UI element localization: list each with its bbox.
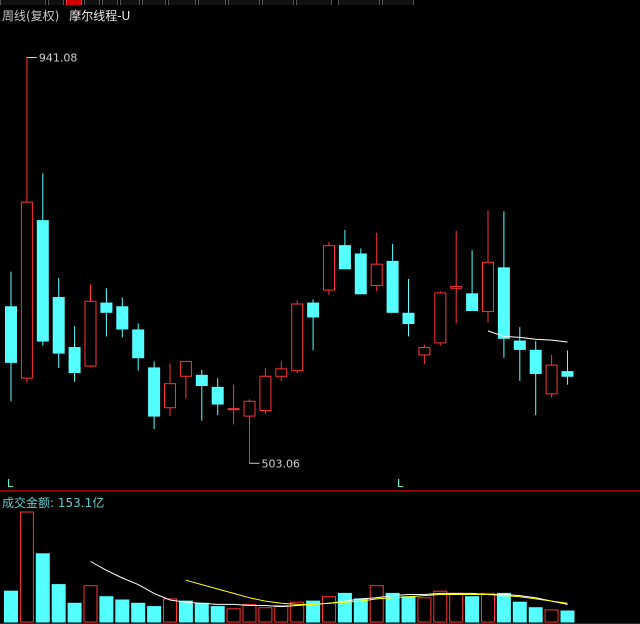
candle-body xyxy=(545,364,558,395)
candle-body xyxy=(338,245,351,270)
candle-body xyxy=(84,300,97,367)
volume-bar xyxy=(67,602,82,623)
candle-body xyxy=(482,261,494,312)
candle-body xyxy=(354,253,367,295)
candle-body xyxy=(211,386,224,405)
candle-body xyxy=(132,329,145,359)
period-label: 周线(复权) xyxy=(2,9,60,23)
candle-body xyxy=(323,245,335,291)
volume-bar xyxy=(496,592,511,623)
candle-body xyxy=(529,349,542,374)
candle-body xyxy=(561,371,574,377)
candle-body xyxy=(307,302,320,318)
price-panel-title: 周线(复权) 摩尔线程-U xyxy=(2,7,130,24)
volume-bar xyxy=(417,597,432,623)
volume-bar xyxy=(115,599,130,623)
price-annotation: 941.08 xyxy=(39,52,78,65)
candle-body xyxy=(164,383,176,409)
volume-panel-title: 成交金额: 153.1亿 xyxy=(2,494,104,511)
volume-bar xyxy=(35,553,50,623)
candlestick-chart: 941.08 503.06 xyxy=(5,52,574,470)
volume-bar xyxy=(131,602,146,623)
candle-body xyxy=(179,360,192,377)
candle-body xyxy=(36,220,49,342)
volume-bar xyxy=(369,585,384,623)
price-chart-panel[interactable]: 941.08 503.06 周线(复权) 摩尔线程-U L L xyxy=(0,5,640,491)
candle-body xyxy=(116,306,129,330)
candle-body xyxy=(386,260,399,313)
volume-bar xyxy=(322,596,336,623)
volume-label: 成交金额: xyxy=(2,496,55,510)
candle-body xyxy=(259,375,272,412)
volume-bar xyxy=(353,598,368,623)
volume-bar xyxy=(210,606,225,623)
volume-bar-chart xyxy=(4,511,575,623)
volume-bar xyxy=(401,596,416,623)
volume-bar xyxy=(544,609,559,623)
volume-bar xyxy=(449,592,464,623)
candle-body xyxy=(148,367,161,417)
volume-bar xyxy=(274,605,289,623)
volume-bar xyxy=(258,607,273,623)
volume-bar xyxy=(178,600,193,623)
l-marker: L xyxy=(7,477,14,490)
volume-bar xyxy=(4,590,18,623)
candle-body xyxy=(370,263,383,286)
candle-body xyxy=(20,201,33,379)
indicator-label: 摩尔线程-U xyxy=(69,9,131,23)
volume-bar xyxy=(337,592,352,623)
candle-body xyxy=(243,400,256,417)
volume-bar xyxy=(83,585,98,623)
volume-bar xyxy=(19,511,34,623)
volume-bar xyxy=(242,603,257,623)
price-annotation: 503.06 xyxy=(262,457,301,470)
volume-bar xyxy=(512,601,527,623)
candle-body xyxy=(195,374,208,387)
volume-bar xyxy=(163,598,177,623)
volume-chart-panel[interactable]: 成交金额: 153.1亿 xyxy=(0,491,640,624)
l-marker: L xyxy=(397,477,404,490)
candle-body xyxy=(5,306,17,363)
candle-body xyxy=(434,292,447,344)
volume-bar xyxy=(147,606,162,623)
volume-bar xyxy=(465,596,480,623)
volume-bar xyxy=(433,590,448,623)
volume-bar xyxy=(560,610,575,623)
volume-bar xyxy=(51,584,66,623)
volume-bar xyxy=(99,596,114,623)
candle-body xyxy=(68,347,81,374)
candle-body xyxy=(466,293,479,311)
volume-bar xyxy=(528,607,543,623)
candle-body xyxy=(418,347,431,356)
candle-body xyxy=(402,312,415,324)
candle-body xyxy=(227,408,240,411)
volume-bar xyxy=(194,602,209,623)
candle-body xyxy=(52,297,65,354)
candle-body xyxy=(275,368,288,377)
volume-bar xyxy=(226,608,241,623)
volume-value: 153.1亿 xyxy=(57,496,105,510)
candle-body xyxy=(291,303,304,372)
candle-body xyxy=(450,285,463,289)
volume-bar xyxy=(481,592,495,623)
candle-body xyxy=(513,340,526,350)
candle-body xyxy=(497,267,510,339)
candle-body xyxy=(100,302,113,313)
